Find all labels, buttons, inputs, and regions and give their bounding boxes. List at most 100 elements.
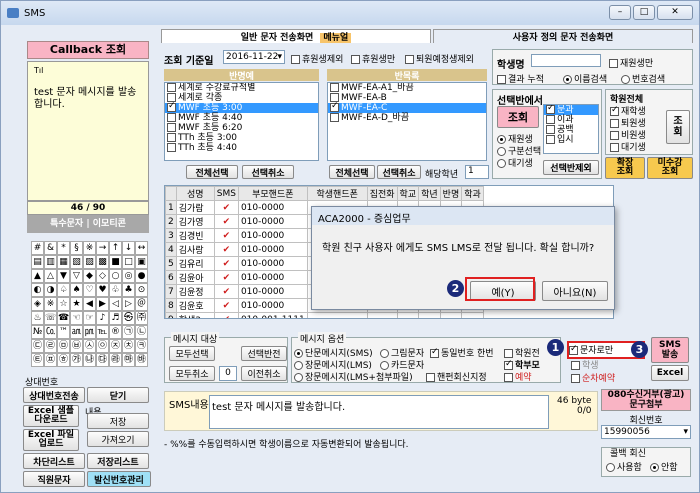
mms-type[interactable]: 장문메시지(LMS+첨부파일) <box>294 370 413 383</box>
table-cell[interactable] <box>418 312 441 318</box>
tab-general[interactable]: 일반 문자 전송화면 메뉴얼 <box>161 29 431 43</box>
table-cell[interactable] <box>396 312 420 318</box>
sender-number-button[interactable]: 발신번호관리 <box>87 471 151 487</box>
symbol-key[interactable]: ℡ <box>96 325 109 339</box>
excel-upload-button[interactable]: Excel 파일 업로드 <box>23 429 79 451</box>
acad-enrolled-checkbox[interactable] <box>610 105 619 116</box>
savelist-button[interactable]: 저장리스트 <box>87 453 149 469</box>
list-item-checkbox[interactable] <box>330 83 339 92</box>
invert-selection-button[interactable]: 선택반전 <box>241 346 287 361</box>
opt-leave-checkbox[interactable] <box>291 55 300 64</box>
column-header[interactable]: SMS <box>213 186 239 201</box>
list-item[interactable]: MWF 초등 6:20 <box>165 123 318 133</box>
reserve-checkbox[interactable] <box>504 373 513 382</box>
date-picker[interactable]: 2016-11-22 ▾ <box>223 50 285 64</box>
table-cell[interactable]: 1 <box>165 200 177 215</box>
symbol-key[interactable]: ♧ <box>109 283 122 297</box>
symbol-key[interactable]: ㉨ <box>109 339 122 353</box>
table-cell[interactable]: 김가람 <box>175 200 215 215</box>
table-cell[interactable]: ✔ <box>213 298 239 313</box>
callback-title[interactable]: Callback 조회 <box>27 41 149 59</box>
symbol-key[interactable]: ▦ <box>57 255 70 269</box>
table-cell[interactable] <box>461 312 484 318</box>
symbol-key[interactable]: ♥ <box>96 283 109 297</box>
symbol-key[interactable]: ㉡ <box>135 325 148 339</box>
manual-badge[interactable]: 메뉴얼 <box>320 33 352 43</box>
table-cell[interactable]: 김사랑 <box>175 242 215 257</box>
table-cell[interactable]: 김유리 <box>175 256 215 271</box>
deselect-button[interactable]: 선택취소 <box>242 165 294 179</box>
table-cell[interactable]: ✔ <box>213 200 239 215</box>
only-enrolled[interactable]: 재원생만 <box>609 56 653 69</box>
table-cell[interactable] <box>366 312 398 318</box>
category-list[interactable]: 문과이과공백입시 <box>543 104 599 154</box>
table-cell[interactable]: 010-0000 <box>237 256 308 271</box>
class-list-left[interactable]: 세계로 수강료규적별세계로 각종MWF 초등 3:00MWF 초등 4:40MW… <box>164 82 319 161</box>
list-item-checkbox[interactable] <box>167 133 176 142</box>
select-all-right-button[interactable]: 전체선택 <box>329 165 375 179</box>
table-cell[interactable]: 2 <box>165 214 177 229</box>
grade-select[interactable]: 1 <box>465 165 489 179</box>
symbol-key[interactable]: ◇ <box>96 269 109 283</box>
list-item-checkbox[interactable] <box>546 125 555 134</box>
column-header[interactable]: 학년 <box>418 186 441 201</box>
column-header[interactable]: 집전화 <box>366 186 398 201</box>
list-item[interactable]: 이과 <box>544 115 598 125</box>
symbol-key[interactable]: ● <box>135 269 148 283</box>
table-cell[interactable]: ✔ <box>213 312 239 318</box>
student-name-input[interactable] <box>531 54 601 67</box>
search-by-name-radio[interactable] <box>563 75 572 84</box>
list-item-checkbox[interactable] <box>167 123 176 132</box>
symbol-key[interactable]: ㉿ <box>122 311 135 325</box>
opt-leave-only-checkbox[interactable] <box>351 55 360 64</box>
symbol-key[interactable]: ㉣ <box>44 339 57 353</box>
category-radio[interactable] <box>497 147 506 156</box>
symbol-key[interactable]: ⊙ <box>135 283 148 297</box>
list-item[interactable]: MWF 초등 3:00 <box>165 101 318 113</box>
tab-custom[interactable]: 사용자 정의 문자 전송화면 <box>433 29 693 43</box>
staff-sms-button[interactable]: 직원문자 <box>23 471 85 487</box>
student-send-checkbox[interactable] <box>571 361 580 370</box>
select-all-button[interactable]: 전체선택 <box>186 165 238 179</box>
symbol-key[interactable]: ㏇ <box>44 325 57 339</box>
deselect-right-button[interactable]: 선택취소 <box>377 165 421 179</box>
table-cell[interactable]: ✔ <box>213 214 239 229</box>
column-header[interactable]: 부모핸드폰 <box>237 186 308 201</box>
close-left-button[interactable]: 닫기 <box>87 387 149 403</box>
symbol-key[interactable]: ㉰ <box>96 353 109 367</box>
symbol-key[interactable]: ♪ <box>96 311 109 325</box>
reject-notice[interactable]: 080수신거부(광고) 문구첨부 <box>601 389 691 411</box>
column-header[interactable]: 학교 <box>396 186 420 201</box>
list-item-checkbox[interactable] <box>330 113 339 122</box>
acad-waiting[interactable]: 대기생 <box>610 140 646 153</box>
waiting-radio[interactable] <box>497 159 506 168</box>
search-by-number[interactable]: 번호검색 <box>621 72 665 85</box>
mms-type-radio[interactable] <box>294 373 303 382</box>
symbol-key[interactable]: ㉫ <box>31 353 44 367</box>
table-cell[interactable]: 8 <box>165 298 177 313</box>
symbol-key[interactable]: ♡ <box>83 283 96 297</box>
list-item-checkbox[interactable] <box>546 115 555 124</box>
symbol-key[interactable]: ▩ <box>96 255 109 269</box>
list-item-checkbox[interactable] <box>330 101 339 112</box>
excel-sample-button[interactable]: Excel 샘플 다운로드 <box>23 405 79 427</box>
close-button[interactable]: ✕ <box>657 5 693 20</box>
symbol-key[interactable]: ㏂ <box>70 325 83 339</box>
list-item[interactable]: MWF-EA-B <box>328 93 486 103</box>
symbol-key[interactable]: № <box>31 325 44 339</box>
symbol-key[interactable]: ㈜ <box>135 311 148 325</box>
symbol-key[interactable]: ★ <box>70 297 83 311</box>
table-cell[interactable]: ✔ <box>213 256 239 271</box>
symbol-key[interactable]: □ <box>122 255 135 269</box>
search-by-number-radio[interactable] <box>621 75 630 84</box>
table-cell[interactable]: 010-0000 <box>237 284 308 299</box>
table-cell[interactable]: 김경빈 <box>175 228 215 243</box>
list-item-checkbox[interactable] <box>546 135 555 144</box>
student-send[interactable]: 학생 <box>571 358 599 371</box>
symbol-key[interactable]: ㏘ <box>83 325 96 339</box>
table-cell[interactable]: 3 <box>165 228 177 243</box>
symbol-key[interactable]: ㉮ <box>70 353 83 367</box>
symbol-key[interactable]: ㉲ <box>122 353 135 367</box>
symbol-key[interactable]: ◀ <box>83 297 96 311</box>
handset-reply-checkbox[interactable] <box>426 373 435 382</box>
